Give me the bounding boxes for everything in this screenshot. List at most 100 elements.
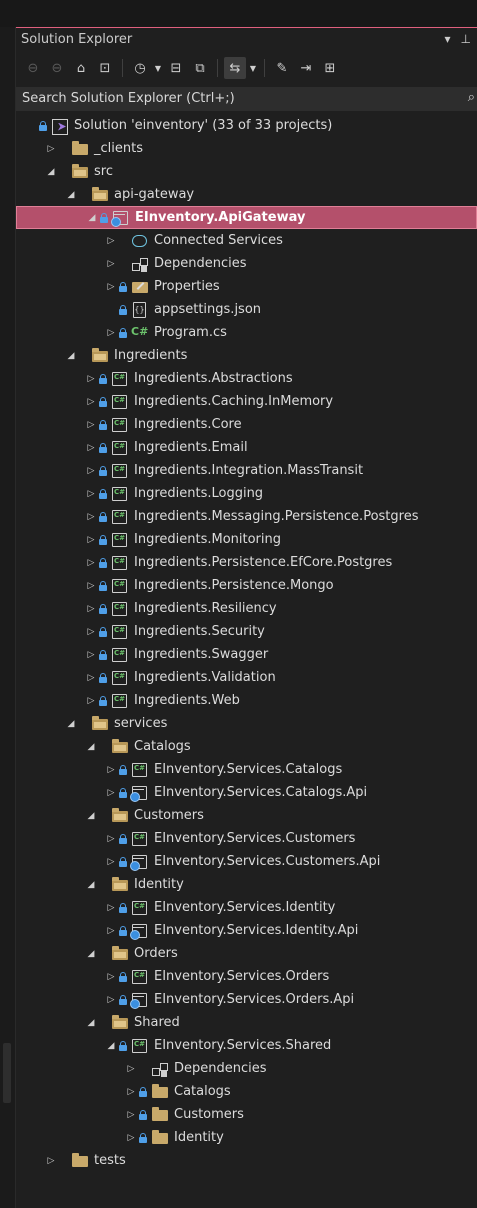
collapse-arrow-icon[interactable]: ◢: [84, 811, 98, 821]
tree-row[interactable]: ▷ Ingredients.Logging: [16, 482, 477, 505]
tree-row[interactable]: ▷ tests: [16, 1149, 477, 1172]
tree-row[interactable]: ▷ EInventory.Services.Customers.Api: [16, 850, 477, 873]
expand-arrow-icon[interactable]: ▷: [104, 972, 118, 982]
chevron-down-icon[interactable]: ▼: [248, 64, 258, 73]
expand-arrow-icon[interactable]: ▷: [84, 696, 98, 706]
expand-arrow-icon[interactable]: ▷: [44, 144, 58, 154]
expand-arrow-icon[interactable]: ▷: [84, 397, 98, 407]
tree-row[interactable]: ▷ Identity: [16, 1126, 477, 1149]
expand-arrow-icon[interactable]: ▷: [84, 374, 98, 384]
tree-row[interactable]: ▷ Ingredients.Validation: [16, 666, 477, 689]
home-icon[interactable]: ⌂: [70, 57, 92, 79]
expand-arrow-icon[interactable]: ▷: [104, 995, 118, 1005]
expand-arrow-icon[interactable]: ▷: [84, 673, 98, 683]
expand-arrow-icon[interactable]: ▷: [84, 604, 98, 614]
tree-row[interactable]: ▷ Dependencies: [16, 1057, 477, 1080]
tree-row[interactable]: ▷ EInventory.Services.Customers: [16, 827, 477, 850]
tree-row[interactable]: ◢ Ingredients: [16, 344, 477, 367]
expand-arrow-icon[interactable]: ▷: [104, 857, 118, 867]
expand-arrow-icon[interactable]: ▷: [84, 627, 98, 637]
collapse-arrow-icon[interactable]: ◢: [84, 742, 98, 752]
class-view-icon[interactable]: ⊞: [319, 57, 341, 79]
tree-row[interactable]: ▷ Ingredients.Integration.MassTransit: [16, 459, 477, 482]
expand-arrow-icon[interactable]: ▷: [104, 926, 118, 936]
tree-row[interactable]: ▷ Ingredients.Caching.InMemory: [16, 390, 477, 413]
back-icon[interactable]: ⊖: [22, 57, 44, 79]
expand-arrow-icon[interactable]: ▷: [104, 903, 118, 913]
tree-row[interactable]: ▷ Ingredients.Monitoring: [16, 528, 477, 551]
expand-arrow-icon[interactable]: ▷: [104, 236, 118, 246]
tree-row[interactable]: ▷ Connected Services: [16, 229, 477, 252]
tree-row[interactable]: ◢ Identity: [16, 873, 477, 896]
tree-row[interactable]: ◢ Shared: [16, 1011, 477, 1034]
tree-row[interactable]: ◢ src: [16, 160, 477, 183]
collapse-arrow-icon[interactable]: ◢: [104, 1041, 118, 1051]
expand-arrow-icon[interactable]: ▷: [104, 765, 118, 775]
panel-menu-icon[interactable]: ▾: [445, 31, 451, 47]
tree-row[interactable]: ◢ Customers: [16, 804, 477, 827]
collapse-all-icon[interactable]: ⊟: [165, 57, 187, 79]
collapse-arrow-icon[interactable]: ◢: [84, 880, 98, 890]
collapse-arrow-icon[interactable]: ◢: [64, 190, 78, 200]
tree-row[interactable]: ▷ EInventory.Services.Identity.Api: [16, 919, 477, 942]
tree-row[interactable]: ▷ Ingredients.Web: [16, 689, 477, 712]
tree-row[interactable]: ▷ Customers: [16, 1103, 477, 1126]
tree-row[interactable]: ▷ Ingredients.Messaging.Persistence.Postg…: [16, 505, 477, 528]
tree-row[interactable]: ▷ _clients: [16, 137, 477, 160]
collapse-arrow-icon[interactable]: ◢: [84, 949, 98, 959]
collapse-arrow-icon[interactable]: ◢: [85, 213, 99, 223]
expand-arrow-icon[interactable]: ▷: [84, 420, 98, 430]
tree-row[interactable]: ▷ Ingredients.Security: [16, 620, 477, 643]
tree-row[interactable]: ◢ EInventory.ApiGateway: [16, 206, 477, 229]
tree-row[interactable]: ▷ Properties: [16, 275, 477, 298]
expand-arrow-icon[interactable]: ▷: [84, 443, 98, 453]
tree-row[interactable]: ▷ Ingredients.Core: [16, 413, 477, 436]
tree-row[interactable]: ▷ C# Program.cs: [16, 321, 477, 344]
search-input[interactable]: Search Solution Explorer (Ctrl+;): [22, 91, 235, 106]
tree-row[interactable]: ◢ EInventory.Services.Shared: [16, 1034, 477, 1057]
tree-row[interactable]: ▷ Ingredients.Email: [16, 436, 477, 459]
sync-with-active-document-icon[interactable]: ⇆: [224, 57, 246, 79]
tree-row[interactable]: ▷ Ingredients.Swagger: [16, 643, 477, 666]
tree-row[interactable]: ▷ EInventory.Services.Identity: [16, 896, 477, 919]
tree-row[interactable]: ▷ Catalogs: [16, 1080, 477, 1103]
tree-row[interactable]: ▷ Ingredients.Abstractions: [16, 367, 477, 390]
tree-row[interactable]: ▷ Ingredients.Persistence.EfCore.Postgres: [16, 551, 477, 574]
left-scrollbar-thumb[interactable]: [3, 1043, 11, 1103]
tree-row[interactable]: ◢ Orders: [16, 942, 477, 965]
expand-arrow-icon[interactable]: ▷: [84, 489, 98, 499]
expand-arrow-icon[interactable]: ▷: [104, 834, 118, 844]
tree-row[interactable]: ◢ api-gateway: [16, 183, 477, 206]
expand-arrow-icon[interactable]: ▷: [104, 282, 118, 292]
expand-arrow-icon[interactable]: ▷: [84, 650, 98, 660]
collapse-arrow-icon[interactable]: ◢: [44, 167, 58, 177]
tree-row[interactable]: ▷ EInventory.Services.Catalogs.Api: [16, 781, 477, 804]
clock-icon[interactable]: ◷: [129, 57, 151, 79]
expand-arrow-icon[interactable]: ▷: [124, 1110, 138, 1120]
tree-row[interactable]: ◢ Catalogs: [16, 735, 477, 758]
expand-arrow-icon[interactable]: ▷: [84, 558, 98, 568]
wrench-icon[interactable]: ✎: [271, 57, 293, 79]
tree-row[interactable]: ▷ Dependencies: [16, 252, 477, 275]
expand-arrow-icon[interactable]: ▷: [124, 1087, 138, 1097]
collapse-arrow-icon[interactable]: ◢: [64, 719, 78, 729]
expand-arrow-icon[interactable]: ▷: [104, 259, 118, 269]
tree-row[interactable]: ▷ Ingredients.Resiliency: [16, 597, 477, 620]
collapse-arrow-icon[interactable]: ◢: [84, 1018, 98, 1028]
expand-arrow-icon[interactable]: ▷: [104, 788, 118, 798]
tree-row[interactable]: ▷ Ingredients.Persistence.Mongo: [16, 574, 477, 597]
expand-arrow-icon[interactable]: ▷: [104, 328, 118, 338]
tree-row[interactable]: ▷ EInventory.Services.Orders: [16, 965, 477, 988]
tree-row[interactable]: ▷ EInventory.Services.Orders.Api: [16, 988, 477, 1011]
search-box[interactable]: Search Solution Explorer (Ctrl+;) ⌕: [16, 87, 477, 111]
switch-views-icon[interactable]: ⊡: [94, 57, 116, 79]
search-icon[interactable]: ⌕: [468, 90, 475, 105]
tree-row[interactable]: ▷ EInventory.Services.Catalogs: [16, 758, 477, 781]
tree-row[interactable]: ▷{}appsettings.json: [16, 298, 477, 321]
forward-icon[interactable]: ⊖: [46, 57, 68, 79]
expand-arrow-icon[interactable]: ▷: [84, 512, 98, 522]
tree-row[interactable]: ◢ services: [16, 712, 477, 735]
expand-arrow-icon[interactable]: ▷: [84, 535, 98, 545]
expand-arrow-icon[interactable]: ▷: [44, 1156, 58, 1166]
expand-arrow-icon[interactable]: ▷: [124, 1064, 138, 1074]
